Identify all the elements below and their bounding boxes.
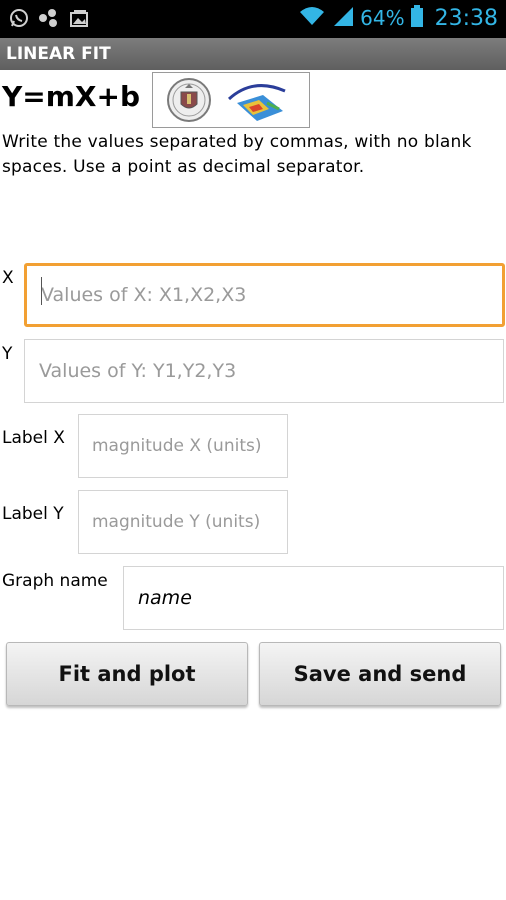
y-label: Y bbox=[2, 344, 13, 364]
battery-percent: 64% bbox=[360, 6, 405, 30]
whatsapp-icon bbox=[8, 7, 30, 29]
x-values-placeholder: Values of X: X1,X2,X3 bbox=[41, 284, 247, 306]
wifi-icon bbox=[298, 5, 326, 31]
label-y-input[interactable]: magnitude Y (units) bbox=[78, 490, 288, 554]
x-values-input[interactable]: Values of X: X1,X2,X3 bbox=[24, 263, 505, 327]
graph-name-label: Graph name bbox=[2, 571, 108, 591]
instructions-text: Write the values separated by commas, wi… bbox=[2, 132, 472, 177]
label-y-label: Label Y bbox=[2, 504, 64, 524]
graph-name-value: name bbox=[138, 587, 192, 609]
formula-heading: Y=mX+b bbox=[2, 80, 141, 113]
label-y-placeholder: magnitude Y (units) bbox=[92, 512, 261, 532]
text-caret bbox=[41, 277, 42, 305]
label-x-placeholder: magnitude X (units) bbox=[92, 436, 262, 456]
graph-name-input[interactable]: name bbox=[123, 566, 504, 630]
physics-group-logo-icon bbox=[223, 75, 293, 129]
network-icon bbox=[38, 7, 60, 29]
save-and-send-button[interactable]: Save and send bbox=[259, 642, 501, 706]
app-title: LINEAR FIT bbox=[6, 44, 111, 64]
system-indicators: 64% 23:38 bbox=[298, 5, 498, 31]
logos-banner bbox=[152, 72, 310, 128]
title-bar: LINEAR FIT bbox=[0, 38, 506, 70]
label-x-label: Label X bbox=[2, 428, 65, 448]
university-seal-icon bbox=[165, 76, 213, 128]
gallery-icon bbox=[68, 7, 90, 29]
signal-icon bbox=[332, 5, 354, 31]
battery-icon bbox=[410, 5, 423, 31]
clock: 23:38 bbox=[434, 5, 498, 31]
y-values-placeholder: Values of Y: Y1,Y2,Y3 bbox=[39, 360, 237, 382]
x-label: X bbox=[2, 268, 14, 288]
fit-and-plot-button[interactable]: Fit and plot bbox=[6, 642, 248, 706]
y-values-input[interactable]: Values of Y: Y1,Y2,Y3 bbox=[24, 339, 504, 403]
status-bar: 64% 23:38 bbox=[0, 0, 506, 38]
notification-icons bbox=[8, 7, 90, 29]
label-x-input[interactable]: magnitude X (units) bbox=[78, 414, 288, 478]
